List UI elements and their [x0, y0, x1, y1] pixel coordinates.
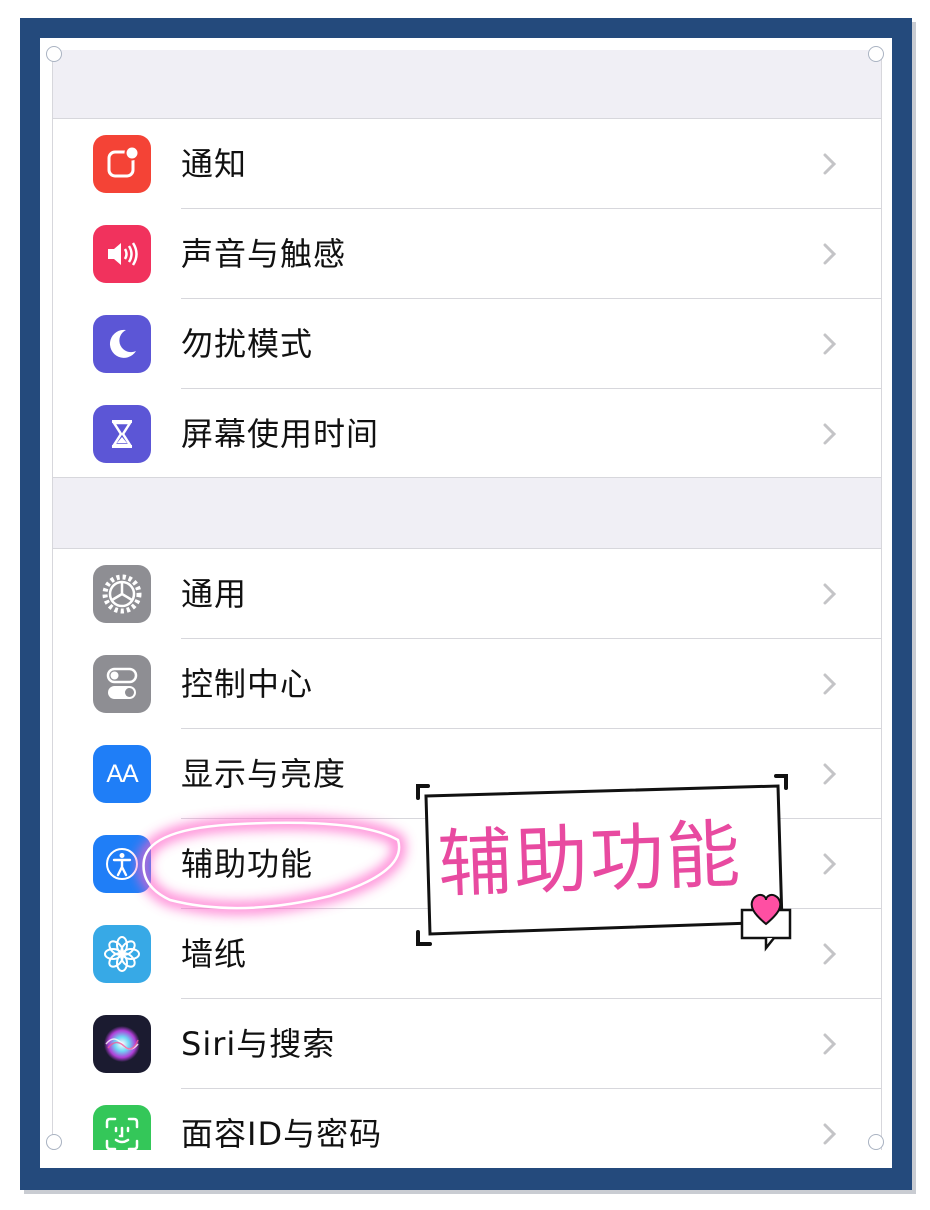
chevron-right-icon: [823, 1033, 837, 1055]
chevron-right-icon: [823, 423, 837, 445]
settings-group-1: 通知 声音与触感 勿扰模式 屏幕使用时间: [53, 118, 881, 478]
settings-row-label: 面容ID与密码: [181, 1115, 383, 1150]
corner-dot: [868, 46, 884, 62]
chevron-right-icon: [823, 583, 837, 605]
chevron-right-icon: [823, 153, 837, 175]
chevron-right-icon: [823, 243, 837, 265]
settings-row-control-center[interactable]: 控制中心: [53, 639, 881, 729]
gear-icon: [93, 565, 151, 623]
notification-icon: [93, 135, 151, 193]
settings-row-label: 控制中心: [181, 665, 314, 703]
speaker-icon: [93, 225, 151, 283]
settings-row-label: 通用: [181, 575, 248, 613]
settings-row-label: 通知: [181, 145, 248, 183]
siri-icon: [93, 1015, 151, 1073]
moon-icon: [93, 315, 151, 373]
chevron-right-icon: [823, 673, 837, 695]
chevron-right-icon: [823, 943, 837, 965]
toggles-icon: [93, 655, 151, 713]
face-id-icon: [93, 1105, 151, 1150]
settings-row-sounds[interactable]: 声音与触感: [53, 209, 881, 299]
corner-dot: [46, 1134, 62, 1150]
aa-text-icon: AA: [93, 745, 151, 803]
flower-icon: [93, 925, 151, 983]
settings-row-do-not-disturb[interactable]: 勿扰模式: [53, 299, 881, 389]
settings-row-screen-time[interactable]: 屏幕使用时间: [53, 389, 881, 479]
chevron-right-icon: [823, 853, 837, 875]
settings-row-label: 屏幕使用时间: [181, 415, 380, 453]
highlight-glow: [137, 816, 406, 915]
corner-dot: [46, 46, 62, 62]
settings-row-notifications[interactable]: 通知: [53, 119, 881, 209]
settings-row-siri[interactable]: Siri与搜索: [53, 999, 881, 1089]
chevron-right-icon: [823, 763, 837, 785]
chevron-right-icon: [823, 1123, 837, 1145]
settings-row-label: 声音与触感: [181, 235, 347, 273]
hourglass-icon: [93, 405, 151, 463]
corner-dot: [868, 1134, 884, 1150]
settings-row-label: 勿扰模式: [181, 325, 314, 363]
settings-row-general[interactable]: 通用: [53, 549, 881, 639]
settings-screen: 通知 声音与触感 勿扰模式 屏幕使用时间 通用 控制中心 AA 显示与亮度 辅助…: [52, 50, 882, 1150]
settings-row-label: Siri与搜索: [181, 1025, 336, 1063]
annotation-text: 辅助功能: [436, 811, 744, 909]
chevron-right-icon: [823, 333, 837, 355]
settings-row-face-id[interactable]: 面容ID与密码: [53, 1089, 881, 1150]
